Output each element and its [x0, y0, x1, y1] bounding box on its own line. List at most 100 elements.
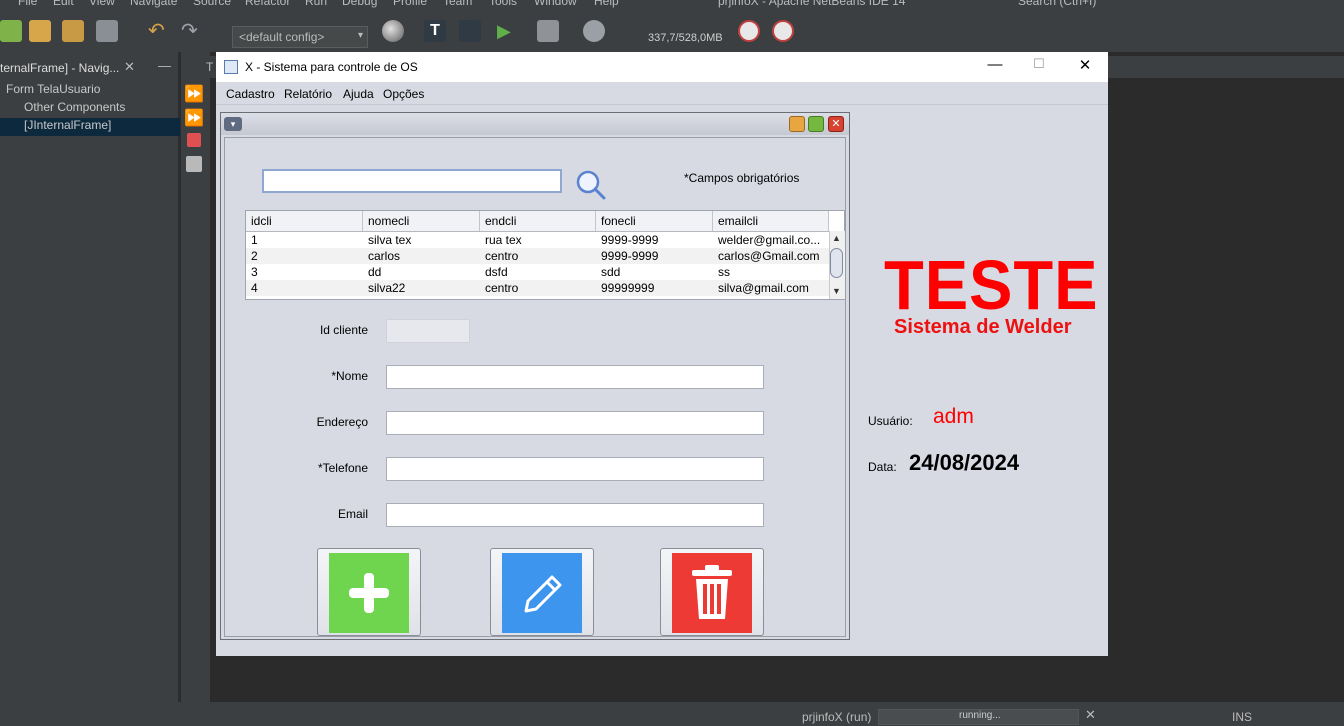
close-button[interactable]: ✕ — [828, 116, 844, 132]
table-cell: welder@gmail.co... — [718, 233, 821, 247]
address-field[interactable] — [386, 411, 764, 435]
phone-label: *Telefone — [317, 461, 368, 475]
menu-refactor[interactable]: Refactor — [245, 0, 290, 8]
config-select[interactable]: <default config> ▾ — [232, 26, 368, 48]
undo-icon[interactable]: ↶ — [148, 20, 170, 42]
id-field — [386, 319, 470, 343]
column-header[interactable]: idcli — [246, 211, 363, 231]
add-icon — [329, 553, 409, 633]
search-icon[interactable] — [575, 169, 607, 201]
menu-relatorio[interactable]: Relatório — [284, 87, 332, 101]
tree-item-form[interactable]: Form TelaUsuario — [0, 82, 100, 100]
menu-source[interactable]: Source — [193, 0, 231, 8]
menu-file[interactable]: File — [18, 0, 37, 8]
app-title: X - Sistema para controle de OS — [245, 60, 418, 74]
close-button[interactable]: ✕ — [1070, 56, 1100, 74]
menu-help[interactable]: Help — [594, 0, 619, 8]
scroll-thumb[interactable] — [830, 248, 843, 278]
menu-navigate[interactable]: Navigate — [130, 0, 177, 8]
menu-debug[interactable]: Debug — [342, 0, 377, 8]
scroll-up-icon[interactable]: ▲ — [832, 233, 841, 243]
add-button[interactable] — [317, 548, 421, 636]
profile-icon[interactable] — [583, 20, 605, 42]
table-cell: ss — [718, 265, 730, 279]
menu-edit[interactable]: Edit — [53, 0, 74, 8]
gc-icon[interactable] — [738, 20, 760, 42]
table-cell: 9999-9999 — [601, 233, 659, 247]
status-bar — [0, 702, 1344, 726]
ide-search[interactable]: Search (Ctrl+I) — [1018, 0, 1096, 8]
app-window: X - Sistema para controle de OS — ☐ ✕ Ca… — [216, 52, 1108, 656]
fast-forward-icon[interactable]: ⏩ — [184, 108, 204, 128]
edit-button[interactable] — [490, 548, 594, 636]
navigator-title: ternalFrame] - Navig... — [0, 61, 120, 75]
table-row[interactable]: 2 carlos centro 9999-9999 carlos@Gmail.c… — [246, 248, 829, 264]
email-field[interactable] — [386, 503, 764, 527]
menu-window[interactable]: Window — [534, 0, 577, 8]
table-header: idcli nomecli endcli fonecli emailcli — [246, 211, 829, 232]
minimize-button[interactable]: — — [980, 56, 1010, 73]
table-cell: 2 — [251, 249, 258, 263]
cancel-task-icon[interactable]: ✕ — [1085, 707, 1096, 723]
menu-view[interactable]: View — [89, 0, 115, 8]
system-menu-icon[interactable]: ▾ — [224, 117, 242, 131]
table-row[interactable]: 1 silva tex rua tex 9999-9999 welder@gma… — [246, 232, 829, 248]
menu-tools[interactable]: Tools — [489, 0, 517, 8]
search-input[interactable] — [262, 169, 562, 193]
table-cell: 99999999 — [601, 281, 655, 295]
redo-icon[interactable]: ↷ — [181, 20, 203, 42]
menu-run[interactable]: Run — [305, 0, 327, 8]
close-icon[interactable]: ✕ — [124, 59, 135, 75]
navigator-panel — [0, 52, 178, 702]
brand-subtitle: Sistema de Welder — [894, 316, 1072, 338]
delete-button[interactable] — [660, 548, 764, 636]
maximize-button[interactable]: ☐ — [1024, 56, 1054, 72]
menu-opcoes[interactable]: Opções — [383, 87, 424, 101]
ide-window-title: prjinfoX - Apache NetBeans IDE 14 — [718, 0, 906, 8]
client-internal-frame: ▾ ✕ *Campos obrigatórios idcli nomecli e… — [220, 112, 850, 640]
column-header[interactable]: endcli — [480, 211, 596, 231]
new-project-icon[interactable] — [29, 20, 51, 42]
menu-profile[interactable]: Profile — [393, 0, 427, 8]
table-cell: dsfd — [485, 265, 508, 279]
column-header[interactable]: fonecli — [596, 211, 713, 231]
tree-item-other-components[interactable]: Other Components — [0, 100, 125, 118]
table-cell: carlos@Gmail.com — [718, 249, 820, 263]
clean-build-icon[interactable] — [459, 20, 481, 42]
profiler-snapshot-icon[interactable] — [772, 20, 794, 42]
menu-team[interactable]: Team — [443, 0, 472, 8]
editor-tab[interactable]: T — [206, 60, 213, 74]
save-all-icon[interactable] — [96, 20, 118, 42]
run-icon[interactable]: ▶ — [497, 20, 519, 42]
tree-item-internal-frame[interactable]: [JInternalFrame] — [0, 118, 200, 136]
scroll-down-icon[interactable]: ▼ — [832, 286, 841, 296]
table-row[interactable]: 3 dd dsfd sdd ss — [246, 264, 829, 280]
trash-icon — [672, 553, 752, 633]
brand-title: TESTE — [884, 246, 1099, 324]
internal-frame-titlebar: ▾ ✕ — [221, 113, 849, 135]
phone-field[interactable] — [386, 457, 764, 481]
table-row[interactable]: 4 silva22 centro 99999999 silva@gmail.co… — [246, 280, 829, 296]
column-header[interactable]: emailcli — [713, 211, 829, 231]
column-header[interactable]: nomecli — [363, 211, 480, 231]
fast-forward-icon[interactable]: ⏩ — [184, 84, 204, 104]
menu-ajuda[interactable]: Ajuda — [343, 87, 374, 101]
table-cell: 9999-9999 — [601, 249, 659, 263]
clients-table[interactable]: idcli nomecli endcli fonecli emailcli 1 … — [245, 210, 845, 300]
maximize-button[interactable] — [808, 116, 824, 132]
stop-icon[interactable] — [187, 133, 201, 147]
menu-cadastro[interactable]: Cadastro — [226, 87, 275, 101]
debug-icon[interactable] — [537, 20, 559, 42]
ide-menubar: File Edit View Navigate Source Refactor … — [0, 0, 1344, 8]
side-strip — [180, 52, 211, 702]
globe-icon[interactable] — [382, 20, 404, 42]
tools-icon[interactable] — [186, 156, 202, 172]
minimize-icon[interactable]: — — [158, 58, 171, 73]
ide-toolbar: ↶ ↷ <default config> ▾ T ▶ 337,7/528,0MB — [0, 8, 1344, 52]
memory-indicator[interactable]: 337,7/528,0MB — [648, 32, 723, 44]
build-icon[interactable]: T — [424, 20, 446, 42]
name-field[interactable] — [386, 365, 764, 389]
new-file-icon[interactable] — [0, 20, 22, 42]
open-project-icon[interactable] — [62, 20, 84, 42]
minimize-button[interactable] — [789, 116, 805, 132]
